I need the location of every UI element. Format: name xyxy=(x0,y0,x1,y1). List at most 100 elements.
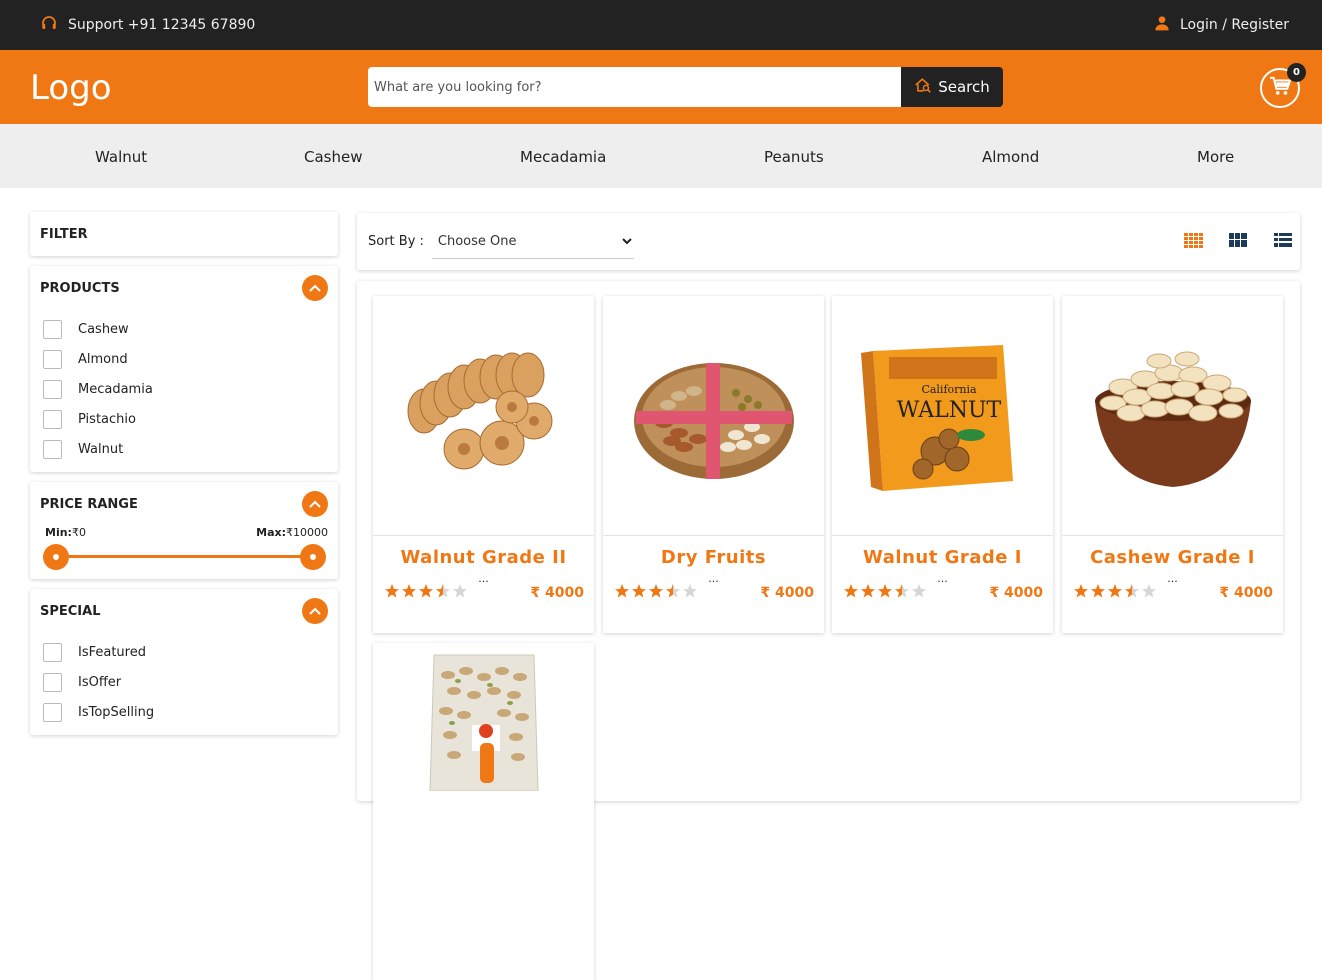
rating-stars xyxy=(614,583,698,603)
product-name[interactable]: Walnut Grade II xyxy=(373,547,594,568)
support-text: Support +91 12345 67890 xyxy=(68,17,256,33)
product-name[interactable]: Dry Fruits xyxy=(603,547,824,568)
products-checklist: Cashew Almond Mecadamia Pistachio Walnut xyxy=(30,310,338,472)
star-icon xyxy=(631,583,647,603)
star-icon xyxy=(877,583,893,603)
product-price: ₹ 4000 xyxy=(989,585,1043,601)
price-range-title: PRICE RANGE xyxy=(40,496,138,512)
nav-item-mecadamia[interactable]: Mecadamia xyxy=(520,148,606,166)
checkbox-label: Mecadamia xyxy=(78,381,153,397)
checkbox-label: IsFeatured xyxy=(78,644,146,660)
product-footer: ₹ 4000 xyxy=(832,583,1053,603)
checkbox-label: Pistachio xyxy=(78,411,136,427)
chevron-up-icon[interactable] xyxy=(302,491,328,517)
product-image-cashew-bowl[interactable] xyxy=(1062,296,1283,536)
price-range-header: PRICE RANGE xyxy=(30,482,338,526)
slider-max-handle[interactable] xyxy=(300,544,326,570)
sort-label: Sort By : xyxy=(368,234,424,249)
product-card[interactable]: Dry Fruits ... ₹ 4000 xyxy=(603,296,824,633)
checkbox-row: Pistachio xyxy=(43,404,326,434)
rating-stars xyxy=(1073,583,1157,603)
view-toggle-group xyxy=(1184,233,1292,249)
login-link[interactable]: Login / Register xyxy=(1154,15,1289,35)
star-icon xyxy=(911,583,927,603)
nav-item-walnut[interactable]: Walnut xyxy=(95,148,147,166)
checkbox[interactable] xyxy=(43,702,62,722)
star-icon xyxy=(1141,583,1157,603)
product-grid: Walnut Grade II ... ₹ 4000 Dry Fruits ..… xyxy=(357,281,1300,980)
header: Logo Search 0 xyxy=(0,50,1322,124)
star-icon xyxy=(401,583,417,603)
price-range-slider xyxy=(43,539,326,579)
product-image-walnut-box[interactable]: California WALNUT xyxy=(832,296,1053,536)
special-filter-title: SPECIAL xyxy=(40,603,101,619)
product-name[interactable]: Walnut Grade I xyxy=(832,547,1053,568)
star-icon xyxy=(843,583,859,603)
checkbox[interactable] xyxy=(43,319,62,339)
list-view-icon[interactable] xyxy=(1274,233,1292,249)
checkbox-label: Cashew xyxy=(78,321,129,337)
cart-button[interactable]: 0 xyxy=(1260,63,1306,108)
checkbox-row: Walnut xyxy=(43,434,326,464)
checkbox[interactable] xyxy=(43,349,62,369)
checkbox[interactable] xyxy=(43,439,62,459)
sort-select[interactable]: Choose One xyxy=(431,225,634,259)
checkbox[interactable] xyxy=(43,409,62,429)
star-icon xyxy=(1073,583,1089,603)
checkbox[interactable] xyxy=(43,672,62,692)
rating-stars xyxy=(384,583,468,603)
search-input[interactable] xyxy=(368,67,901,107)
sort-selected-value: Choose One xyxy=(437,233,517,249)
price-min-label: Min: xyxy=(45,526,72,539)
product-footer: ₹ 4000 xyxy=(373,583,594,603)
star-icon xyxy=(648,583,664,603)
product-footer: ₹ 4000 xyxy=(1062,583,1283,603)
filter-sidebar: FILTER PRODUCTS Cashew Almond Mecadamia … xyxy=(30,212,338,745)
product-image-pistachio-pack[interactable] xyxy=(373,643,594,883)
product-name[interactable]: Cashew Grade I xyxy=(1062,547,1283,568)
search-button[interactable]: Search xyxy=(901,67,1003,107)
special-filter-panel: SPECIAL IsFeatured IsOffer IsTopSelling xyxy=(30,589,338,735)
nav-item-cashew[interactable]: Cashew xyxy=(304,148,362,166)
special-checklist: IsFeatured IsOffer IsTopSelling xyxy=(30,633,338,735)
product-footer: ₹ 4000 xyxy=(603,583,824,603)
product-image-dried-figs[interactable] xyxy=(373,296,594,536)
star-icon xyxy=(1090,583,1106,603)
checkbox-row: Almond xyxy=(43,344,326,374)
star-icon xyxy=(384,583,400,603)
search-button-label: Search xyxy=(938,78,990,96)
support-info[interactable]: Support +91 12345 67890 xyxy=(40,14,255,36)
checkbox-label: Walnut xyxy=(78,441,124,457)
filter-title: FILTER xyxy=(40,226,88,242)
product-card[interactable]: Walnut Grade II ... ₹ 4000 xyxy=(373,296,594,633)
checkbox-label: IsTopSelling xyxy=(78,704,155,720)
nav-item-almond[interactable]: Almond xyxy=(982,148,1039,166)
products-filter-title: PRODUCTS xyxy=(40,280,120,296)
product-image-dry-fruit-basket[interactable] xyxy=(603,296,824,536)
checkbox-row: IsTopSelling xyxy=(43,697,326,727)
checkbox[interactable] xyxy=(43,642,62,662)
chevron-up-icon[interactable] xyxy=(302,275,328,301)
price-max-value: ₹10000 xyxy=(286,526,328,539)
search-icon xyxy=(914,77,932,97)
headset-icon xyxy=(40,14,58,36)
product-price: ₹ 4000 xyxy=(760,585,814,601)
product-card[interactable]: California WALNUT Walnut Grade I ... ₹ 4… xyxy=(832,296,1053,633)
chevron-up-icon[interactable] xyxy=(302,598,328,624)
grid-2-view-icon[interactable] xyxy=(1229,233,1247,249)
nav-item-more[interactable]: More xyxy=(1197,148,1234,166)
grid-4-view-icon[interactable] xyxy=(1184,233,1203,249)
product-card[interactable]: Cashew Grade I ... ₹ 4000 xyxy=(1062,296,1283,633)
price-min: Min:₹0 xyxy=(45,526,86,539)
nav-item-peanuts[interactable]: Peanuts xyxy=(764,148,824,166)
checkbox-row: IsOffer xyxy=(43,667,326,697)
star-icon xyxy=(1107,583,1123,603)
price-max: Max:₹10000 xyxy=(256,526,328,539)
category-nav: Walnut Cashew Mecadamia Peanuts Almond M… xyxy=(0,124,1322,188)
product-card[interactable] xyxy=(373,643,594,980)
logo[interactable]: Logo xyxy=(30,68,112,108)
star-icon xyxy=(614,583,630,603)
price-min-value: ₹0 xyxy=(71,526,86,539)
slider-min-handle[interactable] xyxy=(43,544,69,570)
checkbox[interactable] xyxy=(43,379,62,399)
